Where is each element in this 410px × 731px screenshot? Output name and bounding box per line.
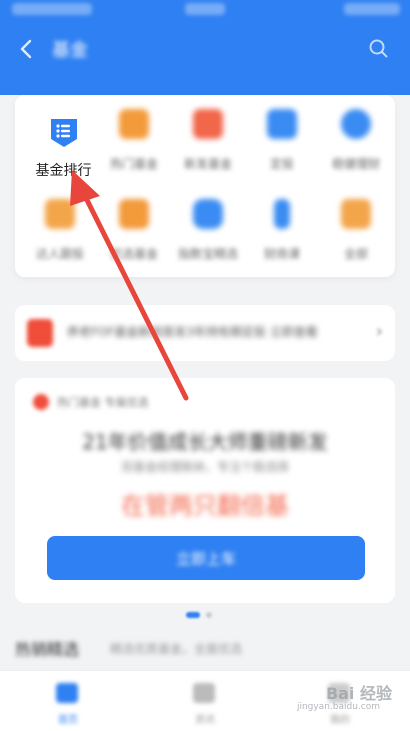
promo-card: 热门基金 专属优选 21年价值成长大师重磅新发 双基金经理联袂，专注个股选择 在…: [15, 378, 395, 603]
grid-item-label: 全部: [343, 247, 368, 261]
notice-icon: [27, 319, 53, 347]
clock: [185, 3, 225, 15]
trophy-icon: [119, 199, 149, 229]
shield-icon: [193, 199, 223, 229]
person-icon: [274, 199, 290, 229]
grid-item-follow[interactable]: 达人跟投: [23, 185, 97, 265]
promo-button-label: 立即上车: [175, 550, 236, 568]
news-icon: [193, 683, 215, 703]
fund-rank-label: 基金排行: [35, 163, 92, 179]
grid-item-label: 达人跟投: [35, 247, 84, 261]
grid-item-all[interactable]: 全部: [319, 185, 393, 265]
coins-icon: [119, 109, 149, 139]
grid-item-course[interactable]: 财商课: [245, 185, 319, 265]
folder-icon: [341, 199, 371, 229]
section-title: 热销精选: [15, 640, 80, 659]
grid-item-label: 财商课: [263, 247, 300, 261]
promo-subtitle: 双基金经理联袂，专注个股选择: [120, 460, 289, 474]
fire-icon: [33, 394, 49, 410]
back-arrow-icon[interactable]: [16, 38, 38, 60]
promo-buy-button[interactable]: 立即上车: [47, 536, 365, 580]
search-icon[interactable]: [368, 38, 390, 60]
carousel-dot: [206, 612, 212, 618]
promo-title: 21年价值成长大师重磅新发: [82, 430, 328, 454]
tab-label: 资讯: [195, 715, 215, 726]
grid-item-new-fund[interactable]: 新发基金: [171, 95, 245, 175]
grid-item-fund-rank[interactable]: 基金排行: [15, 95, 97, 185]
app-header: 基金: [0, 0, 410, 95]
grid-item-stable[interactable]: 稳健理财: [319, 95, 393, 175]
home-icon: [56, 683, 78, 703]
carrier-label: [12, 3, 92, 15]
tab-label: 我的: [330, 715, 350, 726]
grid-item-label: 优选基金: [109, 247, 158, 261]
notice-banner[interactable]: 养老FOF基金新规首发3年持有期定投 立即查看 ›: [15, 305, 395, 361]
tab-home[interactable]: 首页: [28, 671, 108, 731]
grid-item-label: 指数宝精选: [177, 247, 238, 261]
promo-tag: 热门基金 专属优选: [57, 396, 149, 409]
fund-rank-icon: [51, 119, 77, 147]
battery-indicator: [344, 3, 400, 15]
carousel-dot-active: [186, 612, 200, 618]
grid-item-label: 新发基金: [183, 157, 232, 171]
grid-item-fixed-invest[interactable]: 定投: [245, 95, 319, 175]
grid-item-index[interactable]: 指数宝精选: [171, 185, 245, 265]
chevron-right-icon: ›: [375, 321, 383, 342]
grid-item-label: 定投: [269, 157, 294, 171]
tab-label: 首页: [58, 715, 78, 726]
status-bar: [0, 0, 410, 22]
calendar-icon: [267, 109, 297, 139]
grid-item-label: 稳健理财: [331, 157, 380, 171]
grid-item-selected[interactable]: 优选基金: [97, 185, 171, 265]
thumbs-up-icon: [45, 199, 75, 229]
notice-text: 养老FOF基金新规首发3年持有期定投 立即查看: [67, 325, 318, 339]
tab-news[interactable]: 资讯: [165, 671, 245, 731]
watermark-url: jingyan.baidu.com: [296, 702, 380, 712]
pie-icon: [341, 109, 371, 139]
promo-highlight: 在管两只翻倍基: [121, 492, 289, 520]
briefcase-icon: [193, 109, 223, 139]
page-title: 基金: [52, 40, 88, 61]
baidu-jingyan-watermark: Bai 经验: [325, 684, 392, 703]
carousel-dots: [186, 612, 224, 618]
section-subtitle: 精选优质基金，全面优选: [110, 642, 243, 656]
